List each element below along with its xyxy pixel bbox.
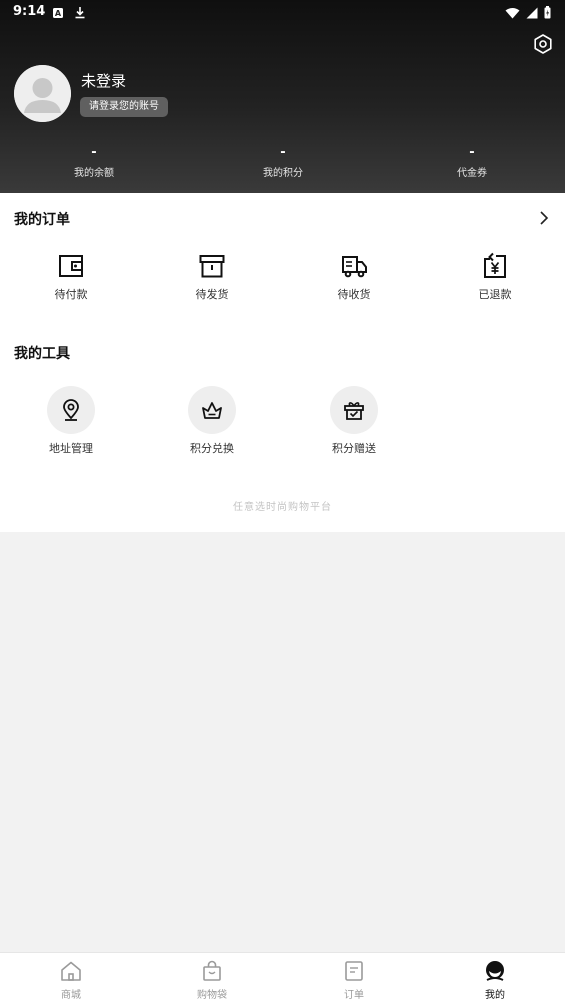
tool-icon-circle — [47, 386, 95, 434]
settings-button[interactable] — [531, 32, 555, 56]
status-time: 9:14 — [13, 4, 46, 19]
stat-value: - — [469, 145, 475, 160]
tool-label: 地址管理 — [49, 442, 93, 455]
order-label: 待付款 — [54, 288, 88, 301]
download-icon — [74, 4, 86, 23]
stat-label: 代金券 — [457, 168, 487, 179]
order-pending-receipt[interactable]: 待收货 — [309, 252, 399, 302]
order-refunded[interactable]: 已退款 — [450, 252, 540, 302]
profile-header: 9:14 A 未登录 请登录您的账号 - 我的余额 - 我的积分 - 代金券 — [0, 0, 565, 193]
tab-mall[interactable]: 商城 — [26, 959, 116, 1001]
stat-points[interactable]: - 我的积分 — [223, 144, 343, 179]
gift-icon — [344, 402, 364, 420]
tools-section-title: 我的工具 — [14, 346, 70, 362]
order-pending-payment[interactable]: 待付款 — [26, 252, 116, 302]
login-button[interactable]: 请登录您的账号 — [80, 97, 168, 117]
tool-label: 积分兑换 — [190, 442, 234, 455]
tab-label: 订单 — [344, 990, 364, 1001]
tool-label: 积分赠送 — [332, 442, 376, 455]
home-icon — [61, 961, 81, 981]
tab-label: 商城 — [61, 990, 81, 1001]
notification-a-icon: A — [52, 4, 64, 23]
order-label: 已退款 — [478, 288, 512, 301]
order-pending-shipment[interactable]: 待发货 — [167, 252, 257, 302]
stat-label: 我的余额 — [74, 168, 114, 179]
tab-shopping-bag[interactable]: 购物袋 — [167, 959, 257, 1001]
view-all-orders-button[interactable] — [537, 210, 551, 226]
tab-label: 我的 — [485, 990, 505, 1001]
stat-vouchers[interactable]: - 代金券 — [412, 144, 532, 179]
stat-label: 我的积分 — [263, 168, 303, 179]
signal-icon — [526, 4, 538, 23]
location-pin-icon — [63, 399, 79, 421]
profile-face-icon — [486, 961, 504, 981]
tool-icon-circle — [188, 386, 236, 434]
tab-orders[interactable]: 订单 — [309, 959, 399, 1001]
default-user-icon — [14, 65, 71, 122]
tool-points-gifting[interactable]: 积分赠送 — [309, 386, 399, 456]
content-card — [0, 193, 565, 532]
stat-balance[interactable]: - 我的余额 — [34, 144, 154, 179]
box-icon — [199, 255, 225, 278]
orders-section-title: 我的订单 — [14, 212, 70, 228]
tab-mine[interactable]: 我的 — [450, 959, 540, 1001]
tool-address-management[interactable]: 地址管理 — [26, 386, 116, 456]
truck-icon — [342, 256, 367, 278]
avatar[interactable] — [14, 65, 71, 122]
login-status-title: 未登录 — [81, 72, 127, 90]
tool-icon-circle — [330, 386, 378, 434]
wifi-icon — [505, 4, 520, 23]
svg-text:A: A — [55, 9, 62, 18]
stat-value: - — [91, 145, 97, 160]
stat-value: - — [280, 145, 286, 160]
hexagon-gear-icon — [534, 34, 552, 54]
refund-icon — [484, 252, 506, 278]
battery-icon — [544, 4, 551, 23]
chevron-right-icon — [540, 211, 549, 225]
order-label: 待发货 — [195, 288, 229, 301]
bottom-tab-bar: 商城 购物袋 订单 我的 — [0, 952, 565, 1004]
tab-label: 购物袋 — [197, 990, 227, 1001]
wallet-icon — [59, 255, 83, 277]
status-bar: 9:14 A — [0, 0, 565, 24]
basket-icon — [202, 402, 222, 419]
order-label: 待收货 — [337, 288, 371, 301]
bag-icon — [203, 960, 221, 981]
platform-slogan: 任意选时尚购物平台 — [233, 502, 332, 513]
tool-points-exchange[interactable]: 积分兑换 — [167, 386, 257, 456]
document-icon — [345, 961, 363, 981]
account-stats: - 我的余额 - 我的积分 - 代金券 — [0, 144, 565, 184]
